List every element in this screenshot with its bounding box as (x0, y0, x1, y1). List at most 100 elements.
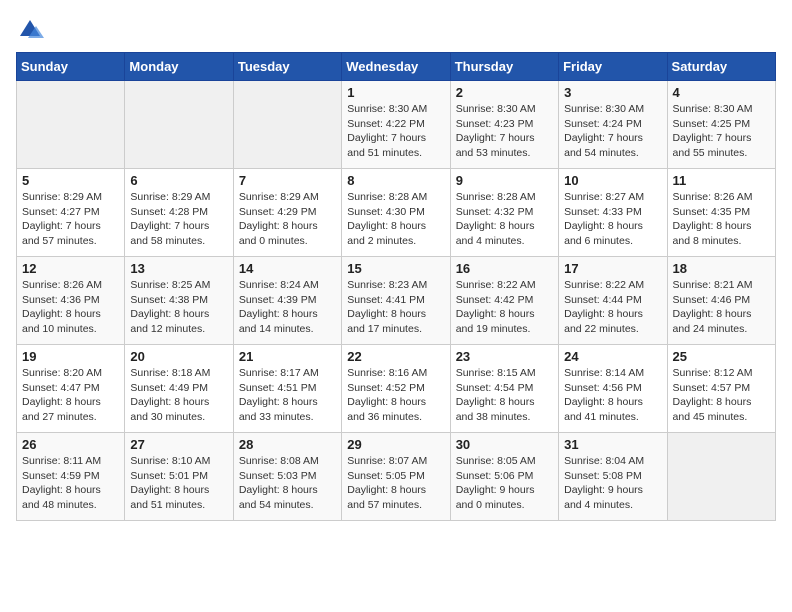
day-number: 11 (673, 173, 770, 188)
day-info: Sunrise: 8:28 AM Sunset: 4:30 PM Dayligh… (347, 190, 444, 249)
calendar-table: SundayMondayTuesdayWednesdayThursdayFrid… (16, 52, 776, 521)
day-cell: 11 Sunrise: 8:26 AM Sunset: 4:35 PM Dayli… (667, 169, 775, 257)
day-info: Sunrise: 8:24 AM Sunset: 4:39 PM Dayligh… (239, 278, 336, 337)
day-cell: 8 Sunrise: 8:28 AM Sunset: 4:30 PM Daylig… (342, 169, 450, 257)
day-cell (17, 81, 125, 169)
day-cell: 25 Sunrise: 8:12 AM Sunset: 4:57 PM Dayli… (667, 345, 775, 433)
header-cell-tuesday: Tuesday (233, 53, 341, 81)
day-number: 24 (564, 349, 661, 364)
day-info: Sunrise: 8:10 AM Sunset: 5:01 PM Dayligh… (130, 454, 227, 513)
day-number: 16 (456, 261, 553, 276)
week-row-1: 1 Sunrise: 8:30 AM Sunset: 4:22 PM Daylig… (17, 81, 776, 169)
day-number: 6 (130, 173, 227, 188)
day-cell: 9 Sunrise: 8:28 AM Sunset: 4:32 PM Daylig… (450, 169, 558, 257)
header-cell-friday: Friday (559, 53, 667, 81)
day-number: 10 (564, 173, 661, 188)
day-cell: 28Sunrise: 8:08 AM Sunset: 5:03 PM Dayli… (233, 433, 341, 521)
day-cell: 2 Sunrise: 8:30 AM Sunset: 4:23 PM Daylig… (450, 81, 558, 169)
day-number: 19 (22, 349, 119, 364)
header-cell-thursday: Thursday (450, 53, 558, 81)
day-cell: 6Sunrise: 8:29 AM Sunset: 4:28 PM Daylig… (125, 169, 233, 257)
day-cell: 29 Sunrise: 8:07 AM Sunset: 5:05 PM Dayli… (342, 433, 450, 521)
day-info: Sunrise: 8:16 AM Sunset: 4:52 PM Dayligh… (347, 366, 444, 425)
day-number: 12 (22, 261, 119, 276)
day-number: 1 (347, 85, 444, 100)
header-cell-sunday: Sunday (17, 53, 125, 81)
day-cell: 15 Sunrise: 8:23 AM Sunset: 4:41 PM Dayli… (342, 257, 450, 345)
day-info: Sunrise: 8:23 AM Sunset: 4:41 PM Dayligh… (347, 278, 444, 337)
day-info: Sunrise: 8:30 AM Sunset: 4:22 PM Dayligh… (347, 102, 444, 161)
day-number: 2 (456, 85, 553, 100)
day-info: Sunrise: 8:25 AM Sunset: 4:38 PM Dayligh… (130, 278, 227, 337)
day-cell: 31Sunrise: 8:04 AM Sunset: 5:08 PM Dayli… (559, 433, 667, 521)
day-cell: 18 Sunrise: 8:21 AM Sunset: 4:46 PM Dayli… (667, 257, 775, 345)
day-number: 22 (347, 349, 444, 364)
day-cell: 4Sunrise: 8:30 AM Sunset: 4:25 PM Daylig… (667, 81, 775, 169)
header-cell-monday: Monday (125, 53, 233, 81)
day-cell: 3Sunrise: 8:30 AM Sunset: 4:24 PM Daylig… (559, 81, 667, 169)
day-number: 29 (347, 437, 444, 452)
day-info: Sunrise: 8:11 AM Sunset: 4:59 PM Dayligh… (22, 454, 119, 513)
day-cell (125, 81, 233, 169)
day-info: Sunrise: 8:17 AM Sunset: 4:51 PM Dayligh… (239, 366, 336, 425)
day-info: Sunrise: 8:26 AM Sunset: 4:35 PM Dayligh… (673, 190, 770, 249)
day-cell: 20 Sunrise: 8:18 AM Sunset: 4:49 PM Dayli… (125, 345, 233, 433)
week-row-4: 19Sunrise: 8:20 AM Sunset: 4:47 PM Dayli… (17, 345, 776, 433)
day-cell: 16 Sunrise: 8:22 AM Sunset: 4:42 PM Dayli… (450, 257, 558, 345)
day-info: Sunrise: 8:28 AM Sunset: 4:32 PM Dayligh… (456, 190, 553, 249)
day-cell: 27 Sunrise: 8:10 AM Sunset: 5:01 PM Dayli… (125, 433, 233, 521)
header-cell-saturday: Saturday (667, 53, 775, 81)
day-number: 3 (564, 85, 661, 100)
day-cell: 12 Sunrise: 8:26 AM Sunset: 4:36 PM Dayli… (17, 257, 125, 345)
day-info: Sunrise: 8:14 AM Sunset: 4:56 PM Dayligh… (564, 366, 661, 425)
day-cell: 30 Sunrise: 8:05 AM Sunset: 5:06 PM Dayli… (450, 433, 558, 521)
header-cell-wednesday: Wednesday (342, 53, 450, 81)
day-number: 8 (347, 173, 444, 188)
day-info: Sunrise: 8:08 AM Sunset: 5:03 PM Dayligh… (239, 454, 336, 513)
week-row-2: 5Sunrise: 8:29 AM Sunset: 4:27 PM Daylig… (17, 169, 776, 257)
day-number: 18 (673, 261, 770, 276)
day-info: Sunrise: 8:29 AM Sunset: 4:29 PM Dayligh… (239, 190, 336, 249)
day-cell: 21 Sunrise: 8:17 AM Sunset: 4:51 PM Dayli… (233, 345, 341, 433)
day-number: 14 (239, 261, 336, 276)
day-info: Sunrise: 8:29 AM Sunset: 4:27 PM Dayligh… (22, 190, 119, 249)
day-info: Sunrise: 8:26 AM Sunset: 4:36 PM Dayligh… (22, 278, 119, 337)
week-row-3: 12 Sunrise: 8:26 AM Sunset: 4:36 PM Dayli… (17, 257, 776, 345)
logo (16, 16, 48, 44)
day-number: 27 (130, 437, 227, 452)
day-cell: 10 Sunrise: 8:27 AM Sunset: 4:33 PM Dayli… (559, 169, 667, 257)
day-cell: 1 Sunrise: 8:30 AM Sunset: 4:22 PM Daylig… (342, 81, 450, 169)
day-number: 17 (564, 261, 661, 276)
day-info: Sunrise: 8:05 AM Sunset: 5:06 PM Dayligh… (456, 454, 553, 513)
header-row: SundayMondayTuesdayWednesdayThursdayFrid… (17, 53, 776, 81)
day-info: Sunrise: 8:07 AM Sunset: 5:05 PM Dayligh… (347, 454, 444, 513)
day-number: 30 (456, 437, 553, 452)
day-number: 21 (239, 349, 336, 364)
day-info: Sunrise: 8:15 AM Sunset: 4:54 PM Dayligh… (456, 366, 553, 425)
day-number: 15 (347, 261, 444, 276)
day-info: Sunrise: 8:22 AM Sunset: 4:44 PM Dayligh… (564, 278, 661, 337)
day-number: 9 (456, 173, 553, 188)
day-info: Sunrise: 8:21 AM Sunset: 4:46 PM Dayligh… (673, 278, 770, 337)
day-info: Sunrise: 8:27 AM Sunset: 4:33 PM Dayligh… (564, 190, 661, 249)
day-cell (233, 81, 341, 169)
day-cell: 13Sunrise: 8:25 AM Sunset: 4:38 PM Dayli… (125, 257, 233, 345)
day-info: Sunrise: 8:12 AM Sunset: 4:57 PM Dayligh… (673, 366, 770, 425)
day-number: 20 (130, 349, 227, 364)
day-cell: 23 Sunrise: 8:15 AM Sunset: 4:54 PM Dayli… (450, 345, 558, 433)
logo-icon (16, 16, 44, 44)
day-number: 23 (456, 349, 553, 364)
day-info: Sunrise: 8:30 AM Sunset: 4:23 PM Dayligh… (456, 102, 553, 161)
day-number: 25 (673, 349, 770, 364)
day-number: 4 (673, 85, 770, 100)
day-number: 31 (564, 437, 661, 452)
day-number: 7 (239, 173, 336, 188)
page-header (16, 16, 776, 44)
day-cell (667, 433, 775, 521)
day-cell: 22 Sunrise: 8:16 AM Sunset: 4:52 PM Dayli… (342, 345, 450, 433)
day-cell: 14 Sunrise: 8:24 AM Sunset: 4:39 PM Dayli… (233, 257, 341, 345)
day-cell: 19Sunrise: 8:20 AM Sunset: 4:47 PM Dayli… (17, 345, 125, 433)
day-info: Sunrise: 8:18 AM Sunset: 4:49 PM Dayligh… (130, 366, 227, 425)
day-cell: 7 Sunrise: 8:29 AM Sunset: 4:29 PM Daylig… (233, 169, 341, 257)
day-info: Sunrise: 8:22 AM Sunset: 4:42 PM Dayligh… (456, 278, 553, 337)
